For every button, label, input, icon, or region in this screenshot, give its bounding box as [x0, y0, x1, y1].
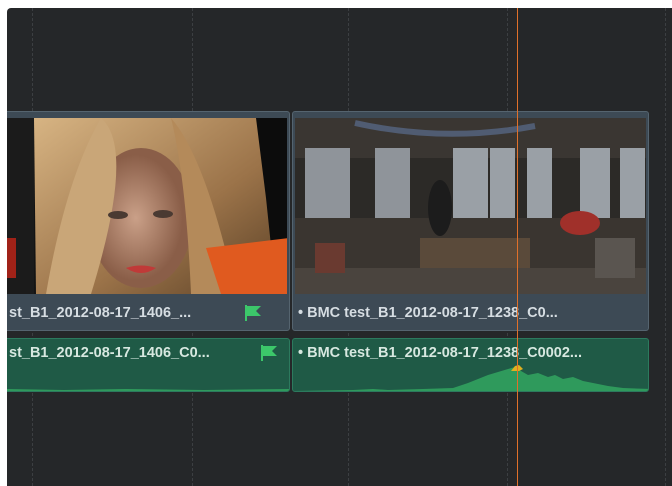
playhead[interactable]	[517, 8, 518, 486]
video-clip-2[interactable]: • BMC test_B1_2012-08-17_1238_C0...	[292, 111, 649, 331]
gridline	[665, 8, 666, 486]
video-clip-1[interactable]: st_B1_2012-08-17_1406_...	[7, 111, 290, 331]
room-scene-thumbnail	[295, 118, 646, 294]
clip-label: • BMC test_B1_2012-08-17_1238_C0...	[298, 305, 558, 321]
audio-waveform	[293, 365, 648, 391]
audio-waveform	[7, 389, 289, 391]
clip-thumbnail	[295, 118, 646, 294]
audio-clip-1[interactable]: st_B1_2012-08-17_1406_C0...	[7, 338, 290, 392]
timeline-panel[interactable]: st_B1_2012-08-17_1406_... • BMC test_B1_…	[7, 8, 672, 486]
flag-icon[interactable]	[260, 345, 278, 361]
audio-clip-label: st_B1_2012-08-17_1406_C0...	[9, 345, 210, 361]
flag-icon[interactable]	[244, 305, 262, 321]
audio-clip-2[interactable]: • BMC test_B1_2012-08-17_1238_C0002...	[292, 338, 649, 392]
woman-portrait-thumbnail	[7, 118, 287, 294]
clip-thumbnail	[7, 118, 287, 294]
